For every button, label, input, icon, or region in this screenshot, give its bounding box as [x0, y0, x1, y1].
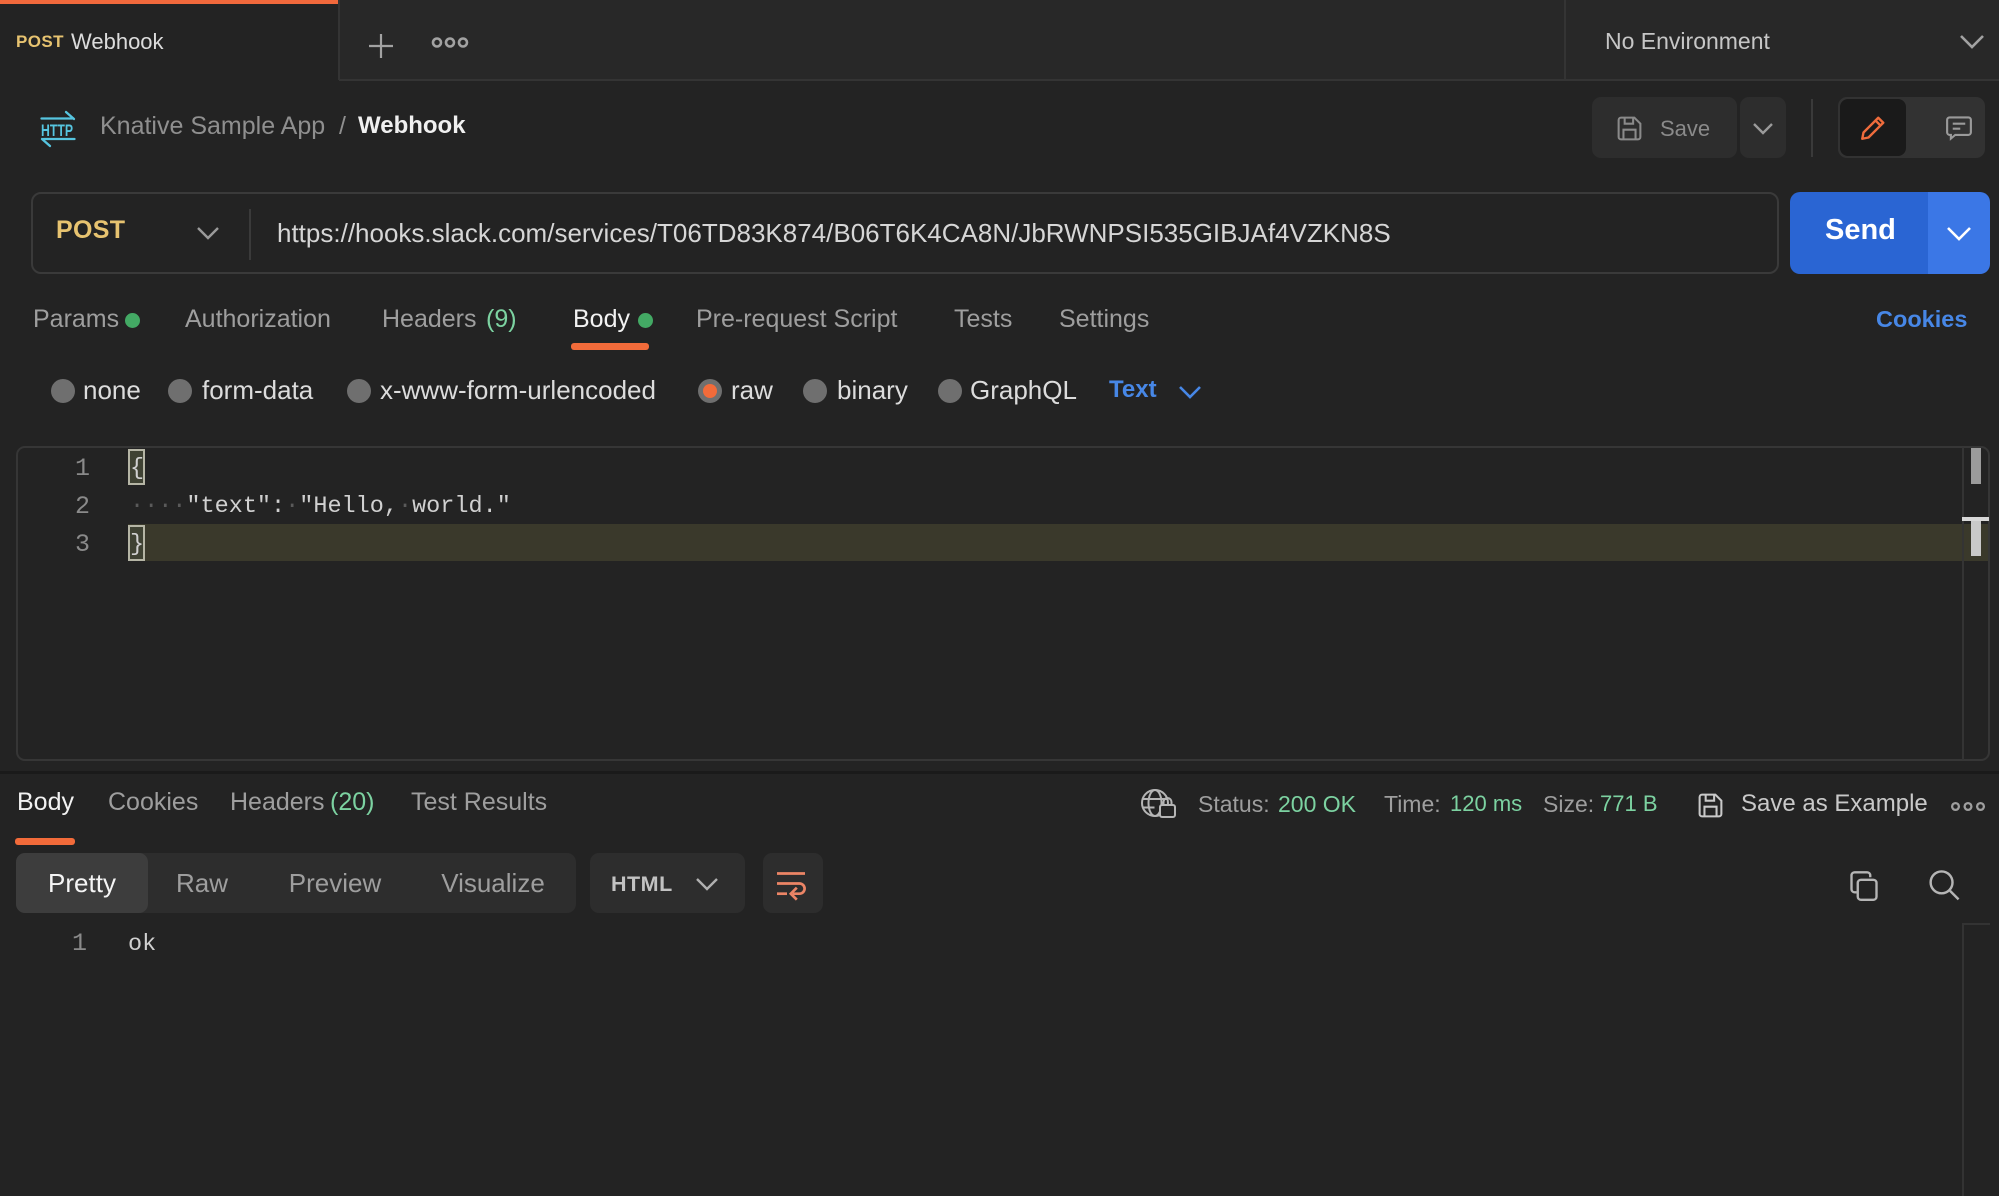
svg-text:HTTP: HTTP: [41, 121, 73, 140]
